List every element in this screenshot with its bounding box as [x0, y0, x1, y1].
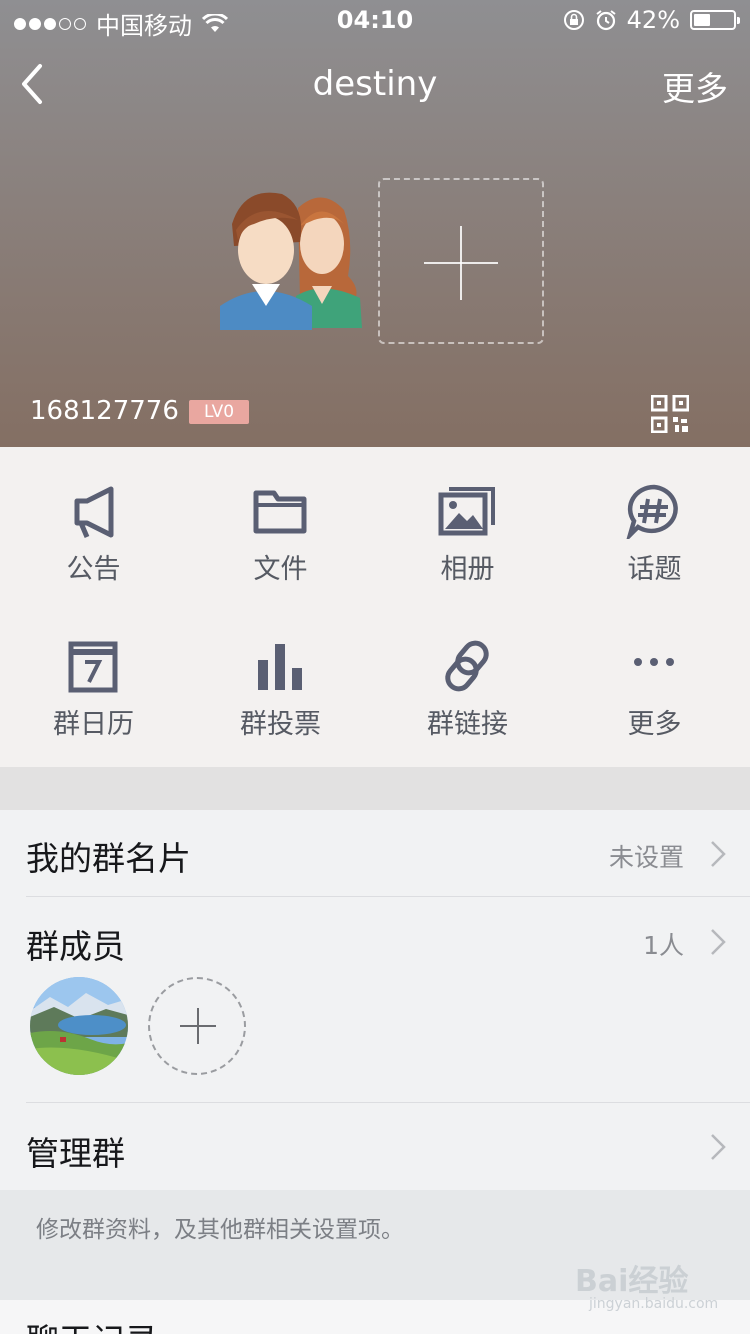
alarm-icon: [596, 10, 616, 31]
nav-bar: destiny 更多: [0, 50, 750, 120]
row-label: 聊天记录: [26, 1314, 158, 1334]
battery-icon: [690, 10, 740, 30]
grid-item-label: 群日历: [53, 709, 134, 740]
more-button[interactable]: 更多: [662, 62, 728, 110]
qr-code-icon[interactable]: [651, 395, 689, 433]
watermark-url: jingyan.baidu.com: [589, 1296, 719, 1312]
row-label: 我的群名片: [26, 839, 191, 878]
section-separator: [0, 767, 750, 810]
status-bar: 中国移动 04:10 42%: [0, 0, 750, 40]
grid-item-label: 群链接: [427, 709, 508, 740]
grid-item-calendar[interactable]: 群日历: [0, 602, 187, 752]
grid-item-label: 更多: [627, 709, 682, 740]
link-icon: [445, 640, 489, 692]
group-id: 168127776: [30, 396, 179, 426]
divider: [26, 896, 750, 897]
calendar-icon: [68, 641, 118, 693]
add-member-button[interactable]: [148, 977, 246, 1075]
level-badge: LV0: [189, 400, 249, 424]
add-photo-button[interactable]: [378, 178, 544, 344]
topic-hash-icon: [626, 484, 678, 539]
battery-percent: 42%: [626, 6, 680, 34]
grid-item-announcement[interactable]: 公告: [0, 447, 187, 597]
feature-grid: 公告 文件 相册 话题 群日历 群投票 群链接 更多: [0, 447, 750, 767]
member-avatar[interactable]: [30, 977, 128, 1075]
grid-item-label: 相册: [440, 554, 495, 585]
more-dots-icon: [634, 658, 674, 666]
megaphone-icon: [74, 486, 114, 538]
grid-item-label: 文件: [253, 554, 308, 585]
grid-item-topics[interactable]: 话题: [561, 447, 748, 597]
grid-item-link[interactable]: 群链接: [374, 602, 561, 752]
photo-album-icon: [438, 487, 495, 536]
group-avatar[interactable]: [214, 180, 370, 336]
row-label: 群成员: [26, 927, 125, 966]
chevron-right-icon: [711, 929, 726, 955]
grid-item-label: 公告: [66, 554, 121, 585]
page-title: destiny: [312, 64, 438, 104]
grid-item-more[interactable]: 更多: [561, 602, 748, 752]
chevron-right-icon: [711, 1134, 726, 1160]
bar-chart-icon: [258, 644, 302, 690]
grid-item-label: 群投票: [240, 709, 321, 740]
divider: [26, 1102, 750, 1103]
row-label: 管理群: [26, 1134, 125, 1173]
rotation-lock-icon: [563, 10, 584, 30]
grid-item-files[interactable]: 文件: [187, 447, 374, 597]
manage-description: 修改群资料，及其他群相关设置项。: [36, 1217, 404, 1243]
grid-item-label: 话题: [627, 554, 682, 585]
watermark-text: Bai经验: [575, 1264, 689, 1299]
baidu-watermark: Bai经验 jingyan.baidu.com: [575, 1256, 719, 1316]
member-count: 1人: [643, 931, 684, 960]
grid-item-album[interactable]: 相册: [374, 447, 561, 597]
row-value: 未设置: [608, 843, 684, 872]
group-header: 中国移动 04:10 42% destiny 更多 168127776 LV0: [0, 0, 750, 447]
folder-icon: [253, 490, 307, 534]
chevron-right-icon: [711, 841, 726, 867]
grid-item-vote[interactable]: 群投票: [187, 602, 374, 752]
